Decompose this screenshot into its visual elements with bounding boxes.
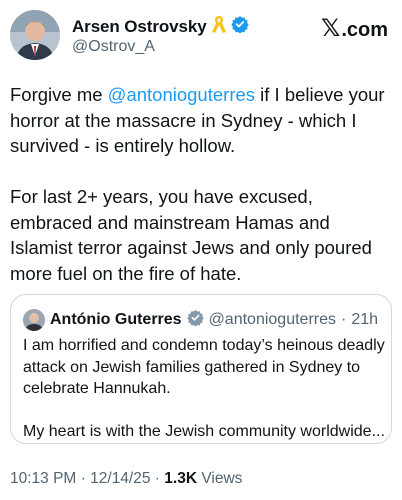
quoted-author-handle[interactable]: @antonioguterres: [209, 311, 336, 329]
separator-dot: ·: [341, 311, 347, 328]
author-avatar[interactable]: [10, 10, 60, 60]
quoted-author-name[interactable]: António Guterres: [50, 311, 182, 329]
post-date[interactable]: 12/14/25: [90, 470, 150, 487]
post-header: Arsen Ostrovsky @Ostrov_A 𝕏 .com: [10, 10, 388, 62]
verified-badge-icon: [186, 309, 204, 331]
verified-badge-icon: [230, 15, 249, 38]
post-text: Forgive me: [10, 84, 108, 105]
separator-dot: ·: [150, 470, 165, 487]
quoted-author-avatar[interactable]: [23, 309, 45, 331]
quoted-paragraph-1: I am horrified and condemn today’s heino…: [23, 337, 385, 397]
mention-link[interactable]: @antonioguterres: [108, 84, 255, 105]
views-label: Views: [197, 470, 243, 487]
views-count: 1.3K: [164, 470, 198, 487]
quoted-post-text: I am horrified and condemn today’s heino…: [23, 335, 385, 464]
author-handle[interactable]: @Ostrov_A: [72, 38, 155, 56]
post-paragraph-1: Forgive me @antonioguterres if I believe…: [10, 82, 394, 159]
author-name[interactable]: Arsen Ostrovsky: [72, 17, 207, 37]
quoted-timestamp[interactable]: 21h: [351, 311, 378, 329]
post-body: Forgive me @antonioguterres if I believe…: [10, 82, 394, 312]
x-icon: 𝕏: [320, 14, 341, 42]
quoted-post-card[interactable]: António Guterres @antonioguterres · 21h …: [10, 294, 392, 444]
post-meta: 10:13 PM · 12/14/25 · 1.3K Views: [10, 470, 242, 488]
x-logo: 𝕏 .com: [321, 14, 388, 42]
post-time[interactable]: 10:13 PM: [10, 470, 76, 487]
post-paragraph-2: For last 2+ years, you have excused, emb…: [10, 186, 372, 284]
quoted-paragraph-2: My heart is with the Jewish community wo…: [23, 423, 385, 440]
separator-dot: ·: [76, 470, 91, 487]
x-logo-suffix: .com: [341, 19, 388, 41]
yellow-ribbon-icon: [211, 14, 227, 39]
